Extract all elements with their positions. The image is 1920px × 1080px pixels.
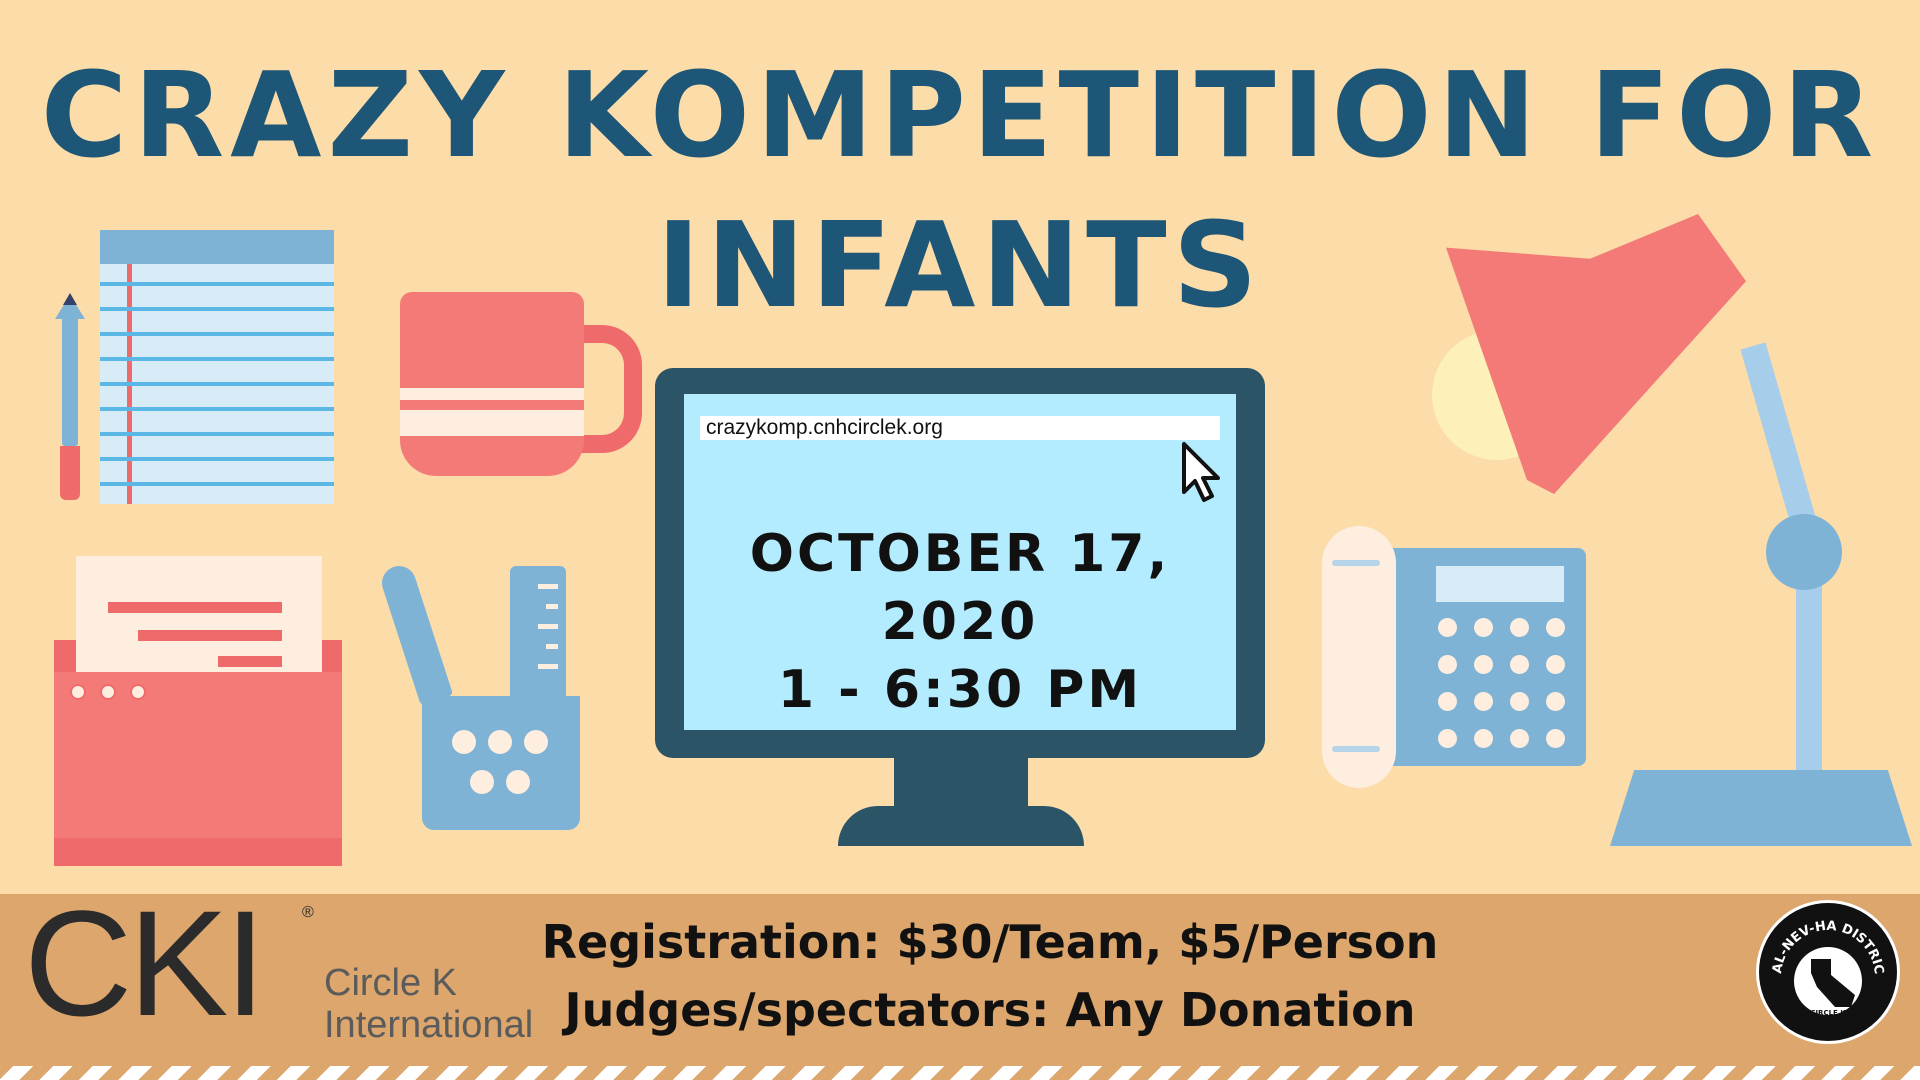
- notepad-icon: [100, 230, 334, 504]
- phone-key: [1474, 618, 1493, 637]
- phone-key: [1474, 692, 1493, 711]
- event-date: OCTOBER 17, 2020: [749, 524, 1171, 652]
- phone-key: [1546, 655, 1565, 674]
- phone-key: [1474, 729, 1493, 748]
- registration-fee: Registration: $30/Team, $5/Person: [541, 915, 1439, 969]
- event-datetime: OCTOBER 17, 2020 1 - 6:30 PM: [684, 520, 1236, 724]
- seal-line-1: CIRCLE K: [1810, 1009, 1846, 1017]
- seal-line-2: INTERNATIONAL: [1801, 1018, 1855, 1025]
- judges-fee: Judges/spectators: Any Donation: [564, 983, 1416, 1037]
- phone-key: [1546, 729, 1565, 748]
- registration-info: Registration: $30/Team, $5/Person Judges…: [520, 908, 1460, 1044]
- district-seal-icon: CAL-NEV-HA DISTRICT CIRCLE K INTERNATION…: [1756, 900, 1900, 1044]
- footer-stripes: [0, 1066, 1920, 1080]
- title-line-1: CRAZY KOMPETITION FOR: [40, 46, 1880, 184]
- phone-key: [1438, 692, 1457, 711]
- phone-key: [1438, 618, 1457, 637]
- phone-key: [1510, 655, 1529, 674]
- phone-key: [1474, 655, 1493, 674]
- phone-key: [1438, 655, 1457, 674]
- event-time: 1 - 6:30 PM: [777, 660, 1143, 720]
- cki-logo-registered-mark: ®: [302, 904, 314, 921]
- cki-logo-subtitle: Circle K International: [324, 962, 533, 1046]
- phone-key: [1510, 618, 1529, 637]
- phone-key: [1546, 618, 1565, 637]
- phone-key: [1438, 729, 1457, 748]
- cki-logo-line-2: International: [324, 1004, 534, 1046]
- url-bar[interactable]: crazykomp.cnhcirclek.org: [700, 416, 1220, 440]
- phone-key: [1546, 692, 1565, 711]
- cki-logo-line-1: Circle K: [324, 962, 458, 1004]
- phone-key: [1510, 692, 1529, 711]
- cursor-icon: [1182, 442, 1220, 502]
- phone-key: [1510, 729, 1529, 748]
- cki-logo-letters: CKI: [24, 879, 266, 1047]
